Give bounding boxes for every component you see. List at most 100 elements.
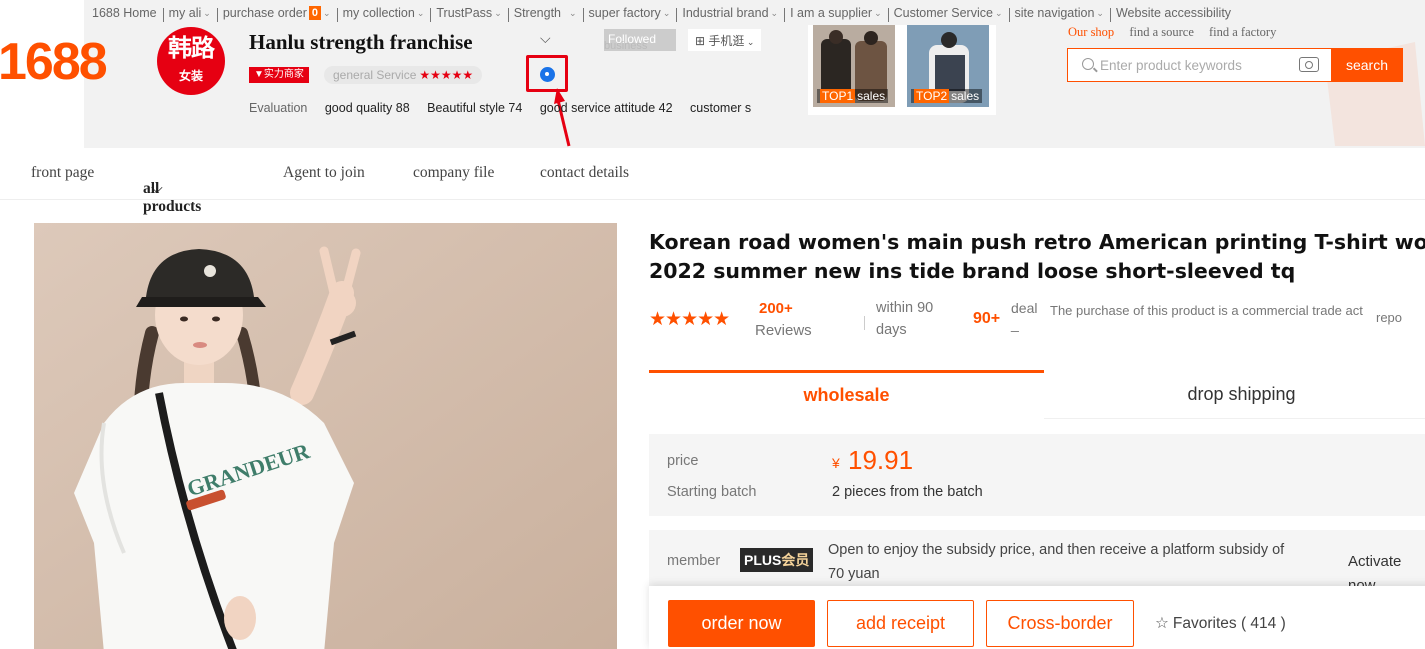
- tab-contact-details[interactable]: contact details: [540, 164, 629, 182]
- mobile-shop-button[interactable]: ⊞ 手机逛 ⌄: [688, 29, 762, 51]
- nav-super-factory[interactable]: super factory ⌄: [582, 6, 677, 22]
- chevron-down-icon: ⌄: [744, 37, 755, 47]
- chevron-down-icon: ⌄: [416, 7, 425, 18]
- nav-label: 1688 Home: [92, 6, 157, 20]
- product-photo: GRANDEUR: [34, 223, 617, 649]
- nav-accessibility[interactable]: Website accessibility: [1109, 6, 1237, 22]
- add-receipt-button[interactable]: add receipt: [827, 600, 974, 647]
- reviews-count[interactable]: 200+: [759, 300, 793, 317]
- general-service-rating: general Service ★★★★★: [324, 66, 483, 84]
- nav-label: Strength: [513, 6, 561, 20]
- nav-label: I am a supplier: [790, 6, 873, 20]
- nav-strength[interactable]: Strength ⌄: [507, 6, 583, 22]
- tab-drop-shipping[interactable]: drop shipping: [1044, 370, 1425, 419]
- member-label: member: [667, 553, 721, 569]
- evaluation-label: Evaluation: [249, 101, 308, 115]
- chevron-down-icon: ⌄: [770, 7, 779, 18]
- site-logo[interactable]: 1688: [0, 32, 108, 92]
- nav-trustpass[interactable]: TrustPass ⌄: [430, 6, 507, 22]
- shop-links: Our shop find a source find a factory: [1068, 25, 1288, 40]
- order-now-button[interactable]: order now: [668, 600, 815, 647]
- search-button[interactable]: search: [1331, 48, 1403, 82]
- favorites-label: Favorites ( 414 ): [1172, 615, 1286, 632]
- deals-count: 90+: [973, 310, 1001, 327]
- chevron-down-icon: ⌄: [994, 7, 1003, 18]
- arrow-annotation: [554, 88, 571, 147]
- report-link[interactable]: repo: [1376, 310, 1402, 325]
- store-logo-subtext: 女装: [178, 69, 203, 83]
- price-value: 19.91: [848, 445, 914, 475]
- find-factory-link[interactable]: find a factory: [1209, 25, 1276, 39]
- chevron-down-icon: ⌄: [494, 7, 502, 18]
- nav-my-ali[interactable]: my ali ⌄: [162, 6, 217, 22]
- chevron-down-icon: ⌄: [874, 7, 882, 18]
- top-product-1[interactable]: TOP1 sales: [810, 25, 898, 114]
- tab-agent-join[interactable]: Agent to join: [283, 164, 365, 182]
- evaluation-row: Evaluation good quality 88 Beautiful sty…: [249, 101, 765, 115]
- evaluation-tag[interactable]: good service attitude 42: [540, 101, 673, 115]
- activate-link[interactable]: Activate now: [1348, 550, 1418, 590]
- within-days-label: days: [876, 322, 907, 338]
- camera-icon[interactable]: [1299, 57, 1319, 72]
- nav-customer-service[interactable]: Customer Service ⌄: [887, 6, 1009, 22]
- store-name[interactable]: Hanlu strength franchise: [249, 30, 473, 55]
- within-days-label: within 90: [876, 300, 934, 316]
- strength-tag-label: 实力商家: [263, 69, 304, 80]
- chevron-down-icon[interactable]: ⌵: [540, 30, 551, 47]
- tab-wholesale[interactable]: wholesale: [649, 370, 1044, 419]
- strength-merchant-tag: ▼实力商家: [249, 67, 309, 83]
- store-navigation: front page all products ⌵ Agent to join c…: [0, 148, 1425, 215]
- evaluation-tag[interactable]: Beautiful style 74: [427, 101, 522, 115]
- nav-supplier[interactable]: I am a supplier ⌄: [784, 6, 888, 22]
- product-main-image[interactable]: GRANDEUR: [34, 223, 617, 649]
- chevron-down-icon: ⌄: [1096, 7, 1104, 18]
- store-logo[interactable]: 韩路 女装: [157, 27, 225, 95]
- store-logo-text: 韩路: [168, 35, 215, 62]
- product-title-line: Korean road women's main push retro Amer…: [649, 230, 1425, 254]
- nav-my-collection[interactable]: my collection ⌄: [336, 6, 431, 22]
- favorites-button[interactable]: ☆ Favorites ( 414 ): [1155, 614, 1286, 633]
- evaluation-tag[interactable]: customer s: [690, 101, 751, 115]
- rank-badge: TOP2: [914, 89, 950, 103]
- highlight-box: [526, 55, 568, 92]
- evaluation-tag[interactable]: good quality 88: [325, 101, 410, 115]
- chevron-down-icon: ⌄: [323, 7, 331, 18]
- tab-front-page[interactable]: front page: [31, 164, 94, 182]
- plus-badge-text: PLUS: [744, 552, 782, 568]
- shield-icon: ▼: [254, 69, 264, 80]
- product-title-line: 2022 summer new ins tide brand loose sho…: [649, 259, 1296, 283]
- follow-button[interactable]: Followed business: [604, 29, 676, 52]
- plus-member-badge: PLUS会员: [740, 548, 814, 572]
- nav-label: site navigation: [1014, 6, 1095, 20]
- search-input[interactable]: [1100, 55, 1290, 75]
- action-bar: order now add receipt Cross-border ☆ Favo…: [649, 586, 1425, 649]
- member-subsidy-text: Open to enjoy the subsidy price, and the…: [828, 542, 1285, 582]
- rating-stars: ★★★★★: [649, 309, 730, 330]
- find-source-link[interactable]: find a source: [1129, 25, 1194, 39]
- our-shop-link[interactable]: Our shop: [1068, 25, 1114, 39]
- batch-value: 2 pieces from the batch: [832, 484, 983, 500]
- nav-label: Customer Service: [893, 6, 993, 20]
- cross-border-button[interactable]: Cross-border: [986, 600, 1134, 647]
- top-product-2[interactable]: TOP2 sales: [904, 25, 992, 114]
- deals-underscore: _: [1011, 316, 1019, 332]
- nav-industrial-brand[interactable]: Industrial brand ⌄: [676, 6, 784, 22]
- search-icon: [1082, 58, 1094, 70]
- reviews-label[interactable]: Reviews: [755, 322, 812, 339]
- tab-company-file[interactable]: company file: [413, 164, 494, 182]
- nav-site-navigation[interactable]: site navigation ⌄: [1008, 6, 1110, 22]
- qr-icon: ⊞: [695, 34, 709, 48]
- top-navigation: 1688 Home my ali ⌄ purchase order 0 ⌄ my co…: [92, 3, 1237, 23]
- plus-badge-cn: 会员: [781, 552, 810, 568]
- chat-icon[interactable]: [540, 67, 555, 82]
- business-ghost-text: business: [604, 40, 648, 52]
- service-stars: ★★★★★: [419, 68, 474, 82]
- product-title: Korean road women's main push retro Amer…: [649, 228, 1425, 286]
- nav-label: Website accessibility: [1115, 6, 1232, 20]
- rank-text: sales: [951, 89, 980, 103]
- nav-purchase-order[interactable]: purchase order 0 ⌄: [216, 6, 337, 22]
- nav-home[interactable]: 1688 Home: [92, 6, 163, 20]
- rank-badge: TOP1: [820, 89, 856, 103]
- search-box: search: [1067, 48, 1403, 82]
- nav-label: super factory: [588, 6, 661, 20]
